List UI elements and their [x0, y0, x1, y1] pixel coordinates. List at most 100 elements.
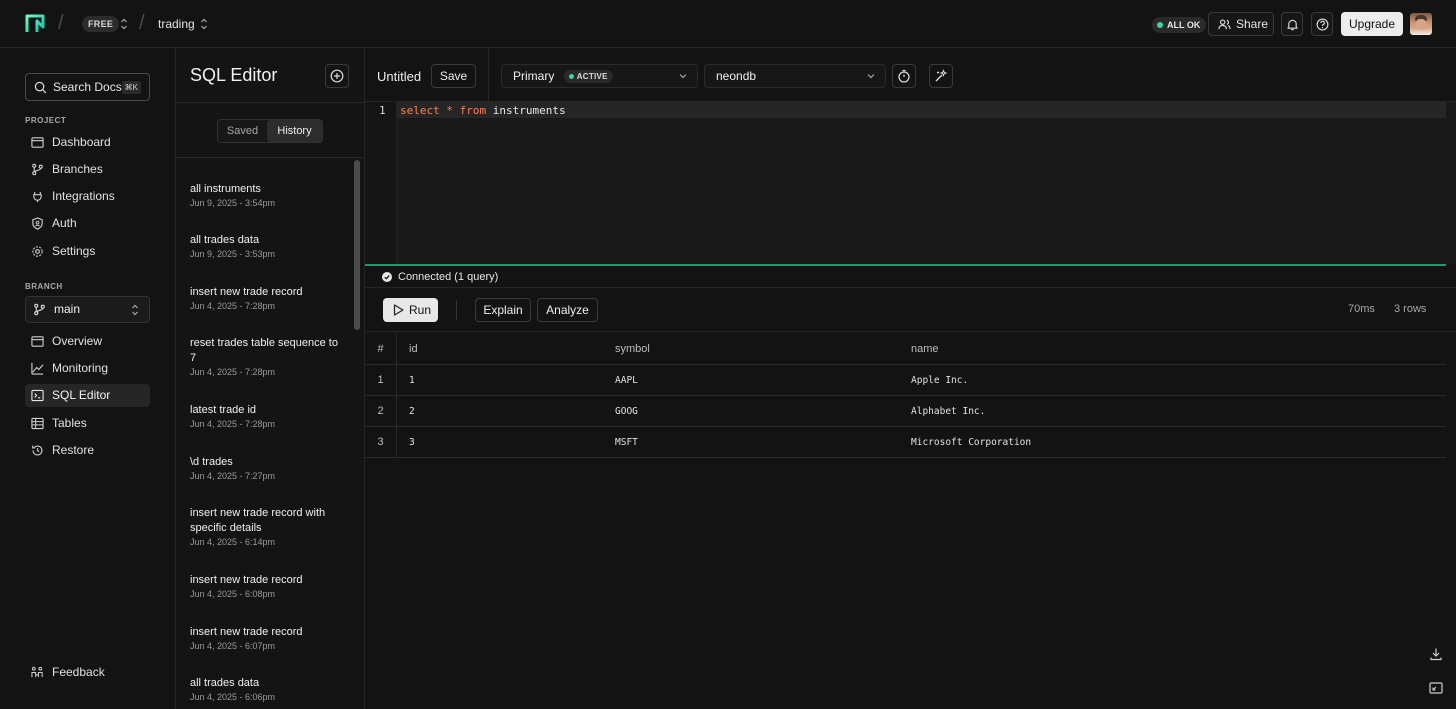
query-duration: 70ms	[1348, 303, 1375, 315]
editor-toolbar: Untitled Save Primary ACTIVE neondb	[365, 48, 1456, 102]
search-docs-button[interactable]: Search Docs ⌘K	[25, 73, 150, 101]
table-header: # id symbol name	[365, 334, 1446, 365]
sql-history-panel: SQL Editor Saved History all instruments…	[176, 48, 365, 709]
history-item[interactable]: all trades data Jun 4, 2025 - 6:06pm	[190, 676, 340, 704]
divider	[456, 300, 457, 320]
page-title: SQL Editor	[190, 65, 278, 85]
chevron-updown-icon[interactable]	[200, 17, 208, 31]
run-button[interactable]: Run	[383, 298, 438, 322]
history-item[interactable]: insert new trade record Jun 4, 2025 - 6:0…	[190, 625, 340, 653]
branch-icon	[34, 303, 45, 316]
code-line[interactable]: select * from instruments	[400, 104, 566, 117]
nav-item-settings[interactable]: Settings	[25, 240, 150, 263]
avatar[interactable]	[1410, 13, 1432, 35]
monitoring-chart-icon	[31, 362, 44, 375]
status-badge[interactable]: ALL OK	[1152, 17, 1207, 33]
nav-item-restore[interactable]: Restore	[25, 439, 150, 462]
sql-editor-main: Untitled Save Primary ACTIVE neondb 1 se…	[365, 48, 1456, 709]
row-count: 3 rows	[1394, 303, 1427, 315]
chevron-down-icon	[867, 74, 875, 79]
table-row[interactable]: 3 3 MSFT Microsoft Corporation	[365, 427, 1446, 458]
compute-status-badge: ACTIVE	[563, 70, 613, 83]
help-circle-icon	[1316, 18, 1329, 31]
nav-section-branch: BRANCH	[25, 282, 63, 291]
download-icon[interactable]	[1429, 647, 1443, 661]
auth-shield-icon	[32, 217, 43, 230]
database-selector[interactable]: neondb	[704, 64, 886, 88]
divider	[176, 157, 364, 158]
branch-selector[interactable]: main	[25, 296, 150, 323]
nav-item-tables[interactable]: Tables	[25, 412, 150, 435]
analyze-button[interactable]: Analyze	[537, 298, 598, 322]
history-item[interactable]: insert new trade record Jun 4, 2025 - 6:0…	[190, 573, 340, 601]
history-item[interactable]: insert new trade record Jun 4, 2025 - 7:2…	[190, 285, 340, 313]
tab-saved[interactable]: Saved	[218, 120, 267, 142]
table-row[interactable]: 1 1 AAPL Apple Inc.	[365, 365, 1446, 396]
expand-icon[interactable]	[1429, 681, 1443, 695]
saved-history-toggle: Saved History	[217, 119, 323, 143]
history-scrollbar[interactable]	[354, 160, 360, 330]
chevron-updown-icon	[132, 304, 138, 316]
neon-logo-icon[interactable]	[24, 13, 46, 35]
query-name[interactable]: Untitled	[377, 69, 421, 84]
divider	[176, 102, 364, 103]
nav-item-auth[interactable]: Auth	[25, 212, 150, 235]
users-icon	[1218, 19, 1231, 30]
notifications-button[interactable]	[1281, 12, 1303, 36]
column-header: #	[365, 334, 397, 365]
code-editor[interactable]: 1 select * from instruments	[365, 102, 1456, 264]
time-travel-button[interactable]	[892, 64, 916, 88]
plan-badge[interactable]: FREE	[82, 16, 120, 32]
help-button[interactable]	[1311, 12, 1333, 36]
sql-editor-icon	[31, 389, 44, 402]
nav-item-dashboard[interactable]: Dashboard	[25, 131, 150, 154]
nav-item-branches[interactable]: Branches	[25, 158, 150, 181]
column-header[interactable]: name	[911, 334, 939, 365]
keyboard-shortcut: ⌘K	[121, 81, 141, 94]
share-button[interactable]: Share	[1208, 12, 1274, 36]
integrations-icon	[33, 191, 42, 203]
nav-item-overview[interactable]: Overview	[25, 330, 150, 353]
breadcrumb-separator: /	[58, 12, 64, 34]
save-button[interactable]: Save	[431, 64, 476, 88]
table-row[interactable]: 2 2 GOOG Alphabet Inc.	[365, 396, 1446, 427]
history-item[interactable]: insert new trade record with specific de…	[190, 506, 340, 549]
breadcrumb-separator: /	[139, 12, 145, 34]
column-header[interactable]: id	[409, 334, 418, 365]
nav-section-project: PROJECT	[25, 116, 67, 125]
play-icon	[393, 304, 404, 316]
column-header[interactable]: symbol	[615, 334, 650, 365]
ai-assistant-button[interactable]	[929, 64, 953, 88]
top-bar: / FREE / trading ALL OK Share Upgrade	[0, 0, 1456, 48]
search-icon	[34, 81, 47, 94]
check-circle-icon	[382, 272, 392, 282]
upgrade-button[interactable]: Upgrade	[1341, 12, 1403, 36]
status-dot	[1157, 22, 1163, 28]
tab-history[interactable]: History	[267, 120, 322, 142]
history-item[interactable]: reset trades table sequence to 7 Jun 4, 2…	[190, 336, 340, 379]
line-number: 1	[379, 104, 386, 117]
nav-item-sql-editor[interactable]: SQL Editor	[25, 384, 150, 407]
nav-item-monitoring[interactable]: Monitoring	[25, 357, 150, 380]
divider	[488, 48, 489, 102]
history-item[interactable]: \d trades Jun 4, 2025 - 7:27pm	[190, 455, 340, 483]
timer-icon	[898, 69, 910, 83]
history-item[interactable]: all instruments Jun 9, 2025 - 3:54pm	[190, 182, 340, 210]
nav-item-integrations[interactable]: Integrations	[25, 185, 150, 208]
nav-item-feedback[interactable]: Feedback	[25, 661, 150, 684]
settings-gear-icon	[32, 246, 43, 257]
history-item[interactable]: all trades data Jun 9, 2025 - 3:53pm	[190, 233, 340, 261]
query-actions: Run Explain Analyze 70ms 3 rows	[365, 288, 1456, 332]
branches-icon	[32, 163, 43, 176]
history-item[interactable]: latest trade id Jun 4, 2025 - 7:28pm	[190, 403, 340, 431]
sparkle-wand-icon	[935, 69, 948, 82]
explain-button[interactable]: Explain	[475, 298, 531, 322]
compute-selector[interactable]: Primary ACTIVE	[501, 64, 698, 88]
new-query-button[interactable]	[325, 64, 349, 88]
line-gutter	[365, 102, 397, 264]
left-sidebar: Search Docs ⌘K PROJECT Dashboard Branche…	[0, 48, 176, 709]
feedback-icon	[31, 666, 43, 678]
tables-icon	[31, 417, 44, 430]
project-switcher[interactable]: trading	[158, 17, 195, 31]
chevron-updown-icon[interactable]	[120, 17, 128, 31]
